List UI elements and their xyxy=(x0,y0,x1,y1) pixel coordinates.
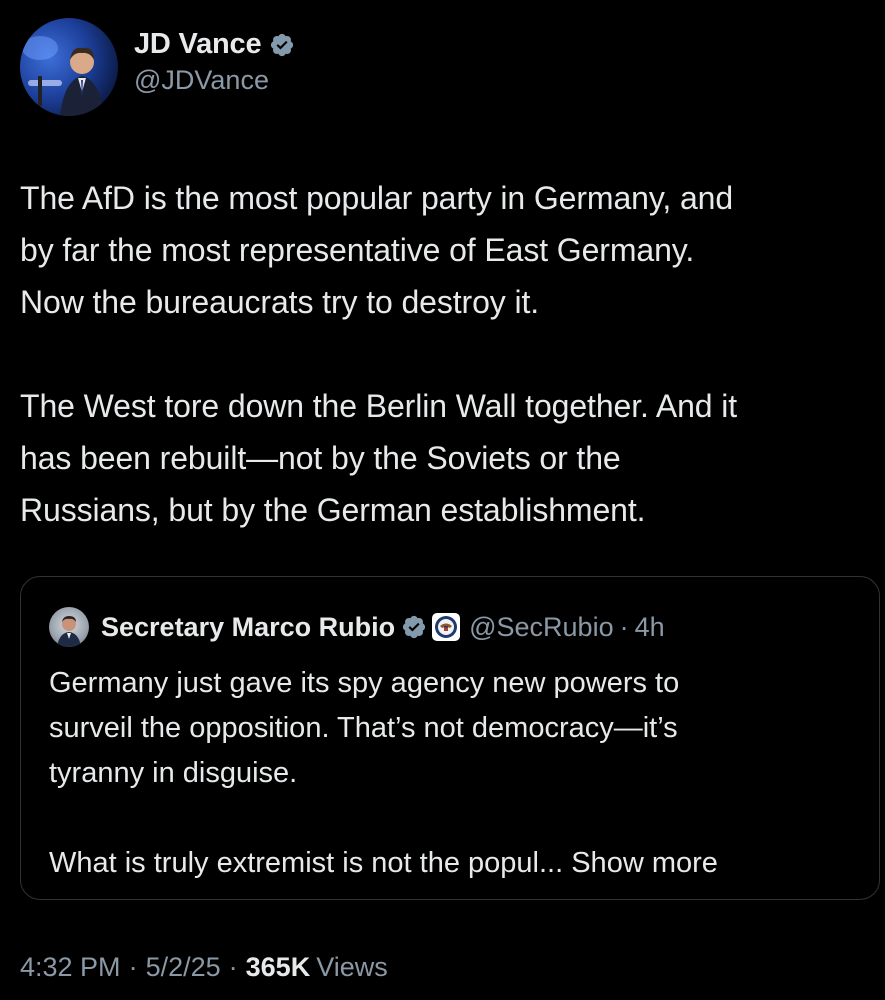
post-paragraph: The AfD is the most popular party in Ger… xyxy=(20,180,734,320)
quoted-paragraph: Germany just gave its spy agency new pow… xyxy=(49,667,680,789)
quoted-author-avatar[interactable] xyxy=(49,607,89,647)
meta-separator: · xyxy=(128,952,138,982)
quoted-truncated-text: What is truly extremist is not the popul… xyxy=(49,847,564,879)
author-names: JD Vance @JDVance xyxy=(134,28,295,96)
meta-separator: · xyxy=(228,952,238,982)
post-metadata: 4:32 PM · 5/2/25 · 365K Views xyxy=(20,952,388,983)
post-text: The AfD is the most popular party in Ger… xyxy=(20,172,880,536)
post-author: JD Vance @JDVance xyxy=(20,18,295,116)
views-count[interactable]: 365K xyxy=(246,952,311,983)
avatar-photo xyxy=(57,616,81,647)
author-name-row: JD Vance xyxy=(134,28,295,61)
quoted-separator: · xyxy=(619,611,629,642)
post-paragraph: The West tore down the Berlin Wall toget… xyxy=(20,388,738,528)
quoted-author-display-name[interactable]: Secretary Marco Rubio xyxy=(101,612,395,643)
quoted-author-handle[interactable]: @SecRubio xyxy=(469,612,613,643)
post-date[interactable]: 5/2/25 xyxy=(146,952,221,983)
quoted-post-text: Germany just gave its spy agency new pow… xyxy=(49,661,849,886)
post-time[interactable]: 4:32 PM xyxy=(20,952,121,983)
quoted-post-header: Secretary Marco Rubio @SecRubio · 4h xyxy=(49,607,665,647)
show-more-link[interactable]: Show more xyxy=(571,847,718,879)
verified-badge-icon[interactable] xyxy=(401,614,427,640)
quoted-truncated-paragraph: What is truly extremist is not the popul… xyxy=(49,841,849,886)
views-label: Views xyxy=(316,952,388,982)
quoted-post-time[interactable]: 4h xyxy=(635,612,665,643)
verified-badge-icon[interactable] xyxy=(269,32,295,58)
avatar-photo xyxy=(22,36,104,116)
post-detail-view: JD Vance @JDVance The AfD is the most po… xyxy=(0,0,885,1000)
state-department-seal-icon[interactable] xyxy=(431,612,461,642)
author-handle[interactable]: @JDVance xyxy=(134,65,295,96)
quoted-post-card[interactable]: Secretary Marco Rubio @SecRubio · 4h Ger… xyxy=(20,576,880,900)
author-avatar[interactable] xyxy=(20,18,118,116)
author-display-name[interactable]: JD Vance xyxy=(134,28,262,61)
